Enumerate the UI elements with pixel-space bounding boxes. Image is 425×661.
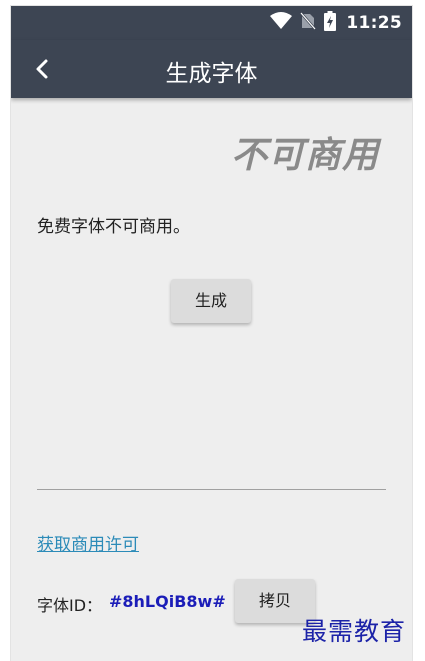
status-icons: 11:25 <box>262 11 402 35</box>
font-id-value: #8hLQiB8w# <box>109 592 226 611</box>
page-title: 生成字体 <box>165 61 258 87</box>
battery-charging-icon <box>324 11 337 35</box>
phone-screen: 11:25 生成字体 不可商用 免费字体不可商用。 生成 获取商用许可 字体ID… <box>11 6 412 661</box>
font-id-label: 字体ID： <box>37 596 103 615</box>
status-time: 11:25 <box>346 13 402 33</box>
commercial-license-link[interactable]: 获取商用许可 <box>37 530 139 555</box>
wifi-icon <box>270 12 293 34</box>
no-sim-icon <box>300 12 317 34</box>
font-preview-text: 不可商用 <box>230 135 379 176</box>
status-bar: 11:25 <box>11 6 412 40</box>
divider <box>37 489 386 490</box>
description-text: 免费字体不可商用。 <box>37 217 190 237</box>
watermark: 最需教育 <box>302 617 407 646</box>
generate-button[interactable]: 生成 <box>171 279 251 323</box>
app-bar: 生成字体 <box>11 40 412 98</box>
